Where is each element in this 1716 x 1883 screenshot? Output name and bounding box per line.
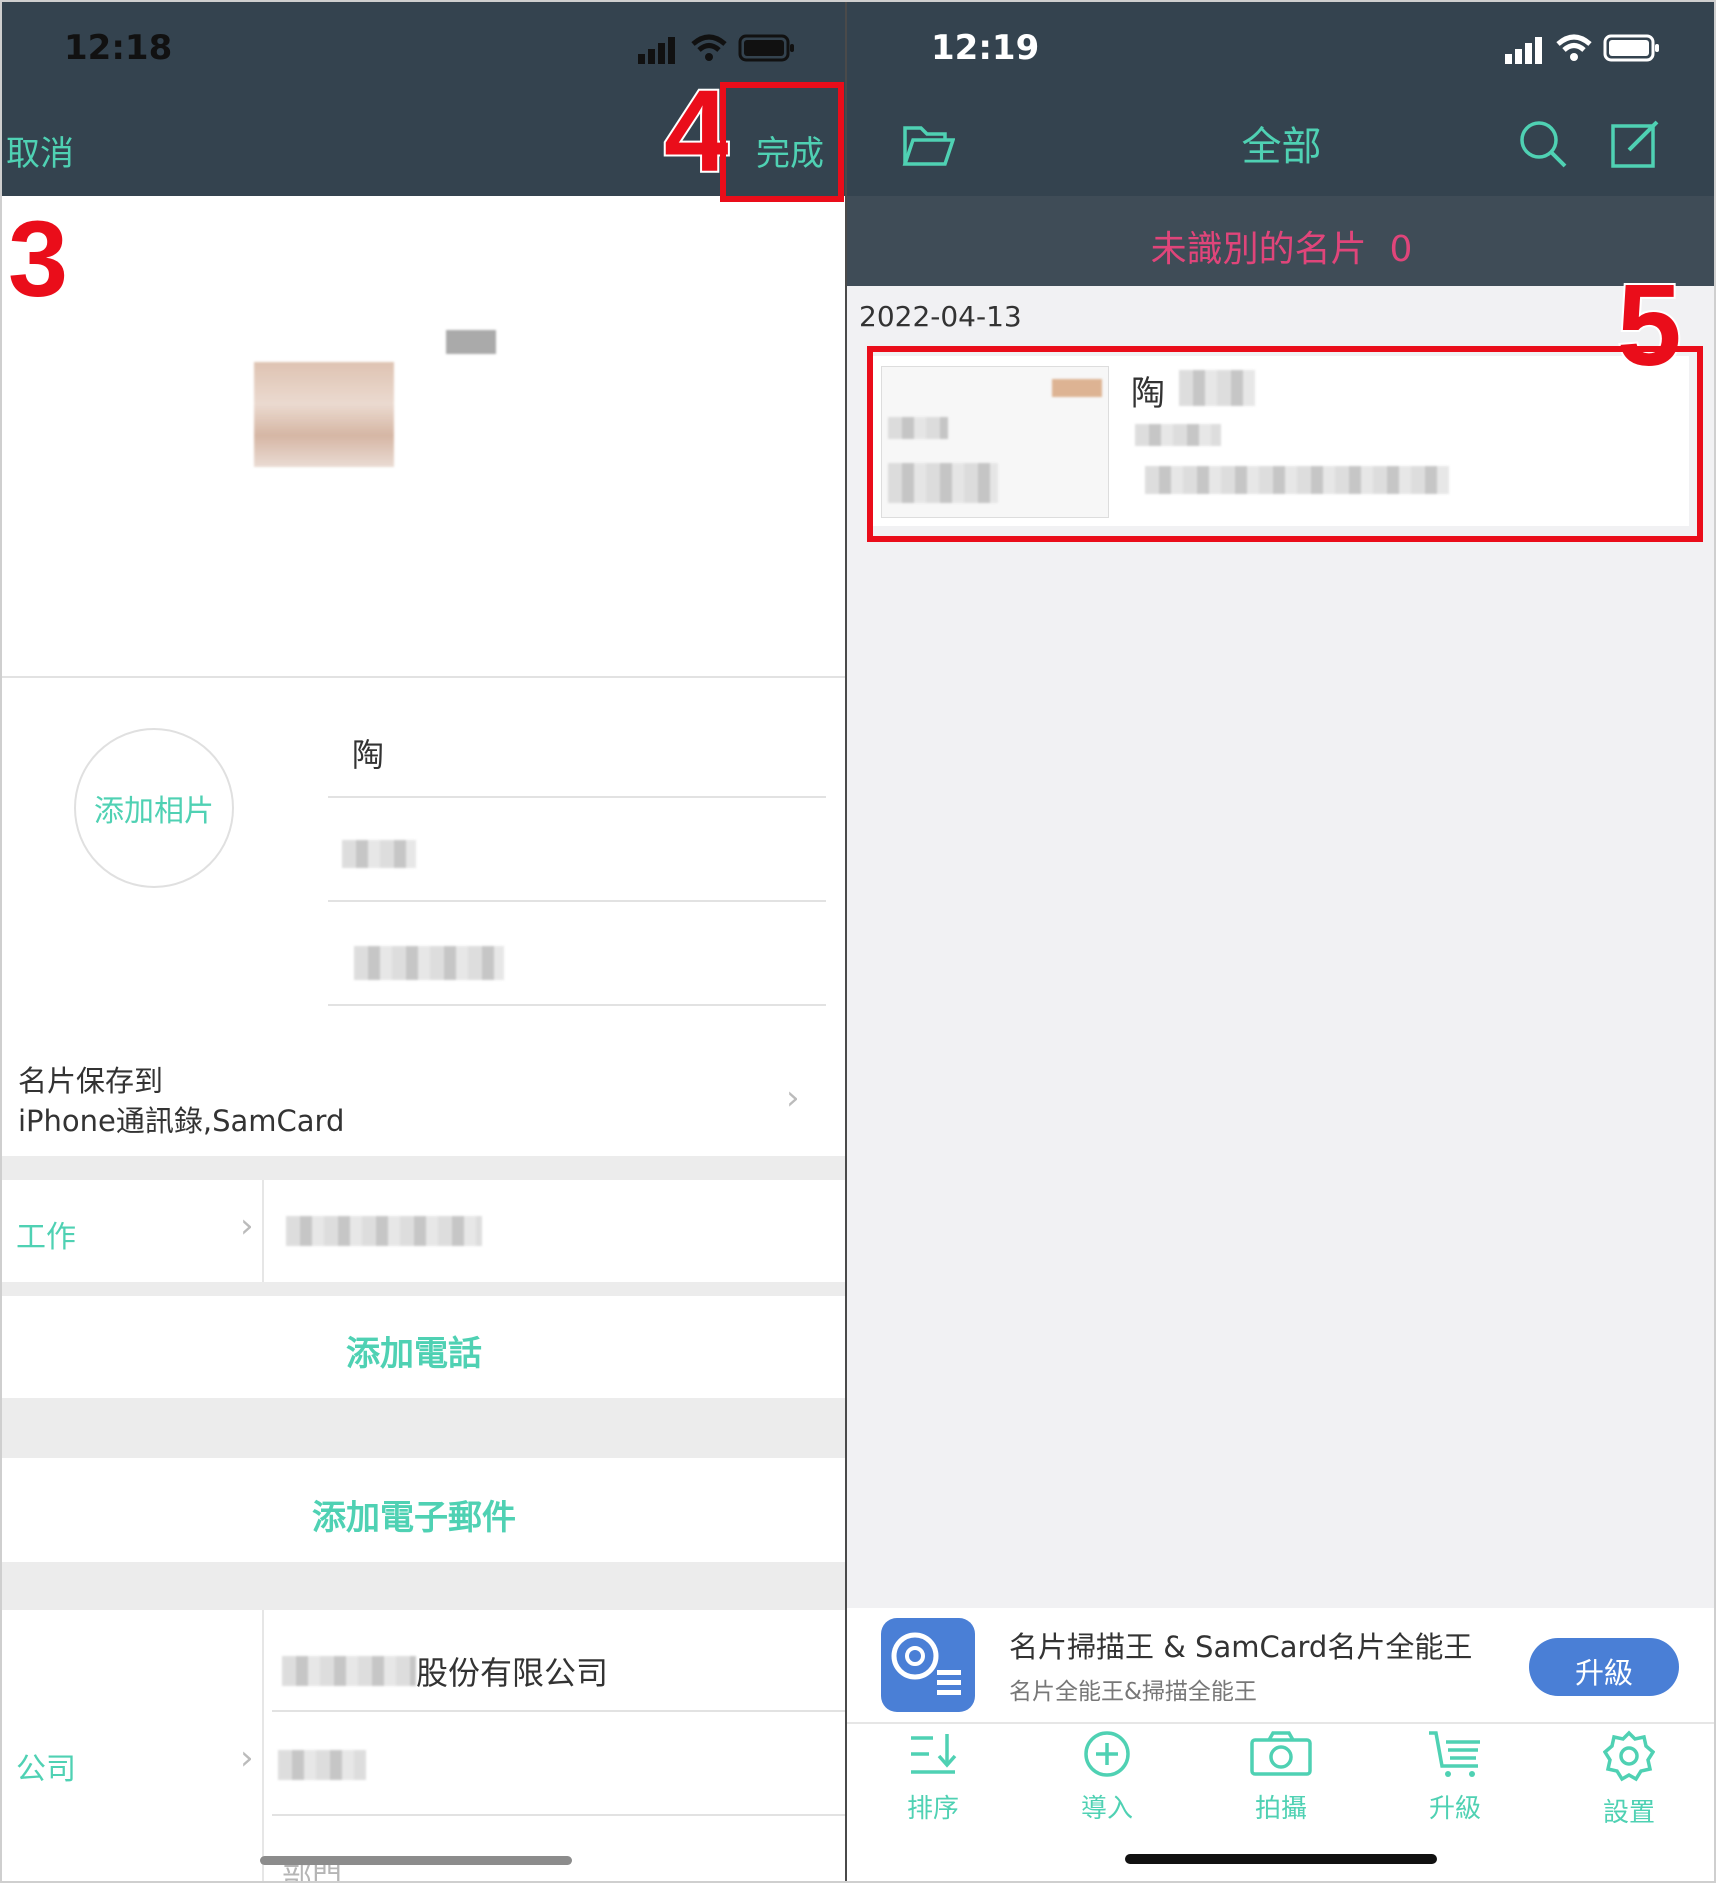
section-gap (0, 1282, 847, 1296)
save-to-label: 名片保存到 (18, 1064, 164, 1098)
settings-icon (1603, 1730, 1655, 1782)
upgrade-button[interactable]: 升級 (1529, 1638, 1679, 1696)
import-icon (1081, 1730, 1133, 1778)
signal-icon (1503, 36, 1547, 64)
wifi-icon (690, 32, 728, 62)
status-time: 12:19 (931, 28, 1040, 68)
home-indicator (1125, 1854, 1437, 1864)
divider (272, 1814, 847, 1816)
screen-title: 全部 (1241, 124, 1322, 170)
section-gap (0, 1156, 847, 1180)
add-photo-button[interactable]: 添加相片 (74, 728, 234, 888)
save-to-value: iPhone通訊錄,SamCard (18, 1104, 345, 1138)
cancel-button[interactable]: 取消 (6, 126, 74, 175)
tab-sort[interactable]: 排序 (873, 1730, 993, 1825)
divider (328, 1004, 826, 1006)
company-label: 公司 (16, 1752, 76, 1787)
work-row[interactable]: 工作 › (0, 1180, 847, 1282)
unrecognized-banner[interactable]: 未識別的名片 0 (847, 196, 1716, 286)
sort-icon (907, 1730, 959, 1778)
divider (328, 796, 826, 798)
nav-bar: 全部 (847, 96, 1716, 196)
chevron-right-icon: › (240, 1738, 254, 1778)
annotation-step-3: 3 (6, 196, 70, 321)
card-list-screen: 12:19 全部 未識別的名片 0 2022-04-13 陶 5 名片掃描王 &… (847, 0, 1716, 1883)
tab-import-label: 導入 (1080, 1794, 1133, 1824)
company-sub-field[interactable] (278, 1750, 366, 1780)
edit-icon[interactable] (1609, 118, 1661, 170)
search-icon[interactable] (1517, 118, 1569, 170)
company-name-suffix: 股份有限公司 (416, 1654, 609, 1692)
add-phone-button[interactable]: 添加電話 (0, 1296, 847, 1398)
tab-import[interactable]: 導入 (1047, 1730, 1167, 1825)
battery-icon (1603, 34, 1661, 62)
divider (0, 676, 847, 678)
chevron-right-icon: › (240, 1206, 254, 1246)
tab-sort-label: 排序 (906, 1794, 959, 1824)
first-name-field[interactable] (342, 840, 416, 868)
ad-title: 名片掃描王 & SamCard名片全能王 (1009, 1630, 1473, 1664)
camera-icon (1249, 1730, 1313, 1778)
app-logo-icon (881, 1618, 975, 1712)
section-gap (0, 1562, 847, 1610)
date-header: 2022-04-13 (859, 300, 1022, 333)
card-image-preview[interactable] (0, 196, 847, 676)
annotation-step-4: 4 (662, 64, 730, 198)
cart-icon (1426, 1730, 1484, 1778)
annotation-box-done (720, 82, 844, 202)
company-section: 公司 › 股份有限公司 部門 (0, 1610, 847, 1883)
ad-banner[interactable]: 名片掃描王 & SamCard名片全能王 名片全能王&掃描全能王 升級 (847, 1608, 1716, 1722)
edit-card-screen: 12:18 取消 完成 添加相片 陶 名片保存到 iPhone通訊錄,SamCa… (0, 0, 847, 1883)
annotation-box-card (867, 346, 1703, 542)
last-name-field[interactable]: 陶 (352, 730, 384, 776)
tab-settings[interactable]: 設置 (1569, 1730, 1689, 1829)
add-phone-label: 添加電話 (346, 1334, 482, 1374)
section-gap (0, 1398, 847, 1458)
add-email-label: 添加電子郵件 (312, 1498, 516, 1538)
divider (328, 900, 826, 902)
tab-camera[interactable]: 拍攝 (1221, 1730, 1341, 1825)
chevron-right-icon: › (786, 1078, 800, 1118)
status-time: 12:18 (64, 28, 173, 68)
wifi-icon (1555, 32, 1593, 62)
tab-camera-label: 拍攝 (1254, 1794, 1307, 1824)
status-bar: 12:19 (847, 0, 1716, 96)
divider (272, 1710, 847, 1712)
tab-upgrade[interactable]: 升級 (1395, 1730, 1515, 1825)
english-name-field[interactable] (354, 946, 504, 980)
divider (262, 1610, 264, 1883)
tab-settings-label: 設置 (1602, 1798, 1655, 1828)
divider (262, 1180, 264, 1282)
home-indicator (260, 1856, 572, 1865)
tab-upgrade-label: 升級 (1428, 1794, 1481, 1824)
add-email-button[interactable]: 添加電子郵件 (0, 1458, 847, 1562)
add-photo-label: 添加相片 (94, 794, 214, 829)
save-to-row[interactable]: 名片保存到 iPhone通訊錄,SamCard › (0, 1040, 847, 1156)
signal-icon (636, 36, 680, 64)
ad-subtitle: 名片全能王&掃描全能王 (1009, 1679, 1257, 1705)
work-value[interactable] (286, 1216, 482, 1246)
work-label: 工作 (16, 1220, 76, 1255)
unrecognized-label: 未識別的名片 0 (1150, 229, 1413, 270)
upgrade-label: 升級 (1574, 1656, 1633, 1690)
battery-icon (738, 34, 796, 62)
